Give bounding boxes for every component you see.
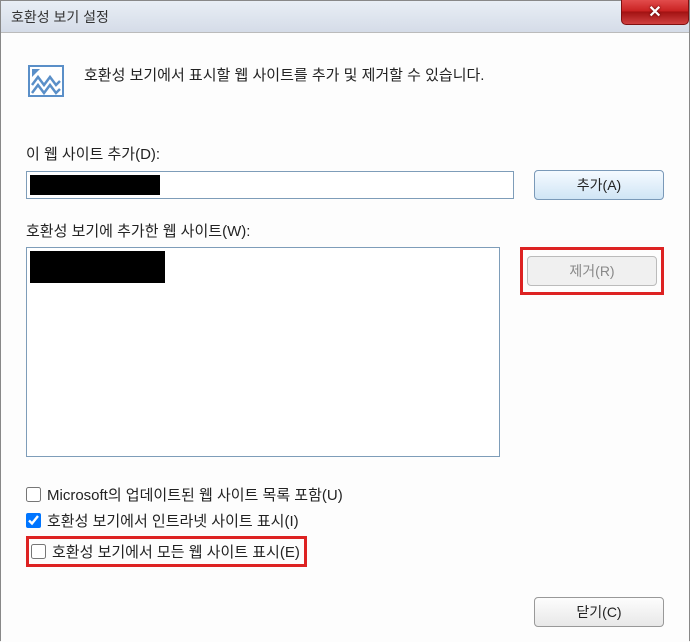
website-input[interactable] (26, 171, 514, 199)
checkbox-intranet[interactable] (26, 513, 41, 528)
list-row: 제거(R) (26, 247, 664, 457)
remove-button[interactable]: 제거(R) (527, 256, 657, 286)
header-row: 호환성 보기에서 표시할 웹 사이트를 추가 및 제거할 수 있습니다. (26, 63, 664, 103)
checkbox-ms-updates-label: Microsoft의 업데이트된 웹 사이트 목록 포함(U) (47, 484, 343, 505)
dialog-content: 호환성 보기에서 표시할 웹 사이트를 추가 및 제거할 수 있습니다. 이 웹… (1, 33, 689, 642)
checkbox-all-sites-label: 호환성 보기에서 모든 웹 사이트 표시(E) (52, 541, 300, 562)
websites-listbox[interactable] (26, 247, 500, 457)
websites-list-label: 호환성 보기에 추가한 웹 사이트(W): (26, 220, 664, 241)
close-button[interactable]: ✕ (621, 0, 689, 25)
add-website-label: 이 웹 사이트 추가(D): (26, 143, 664, 164)
list-item[interactable] (30, 251, 165, 283)
checkbox-intranet-label: 호환성 보기에서 인트라넷 사이트 표시(I) (47, 510, 299, 531)
checkbox-all-sites-row: 호환성 보기에서 모든 웹 사이트 표시(E) (26, 536, 343, 567)
checkbox-section: Microsoft의 업데이트된 웹 사이트 목록 포함(U) 호환성 보기에서… (26, 484, 343, 572)
window-title: 호환성 보기 설정 (11, 7, 109, 27)
checkbox-all-sites[interactable] (31, 544, 46, 559)
compatibility-icon (26, 63, 66, 103)
add-button[interactable]: 추가(A) (534, 170, 664, 200)
redacted-content (30, 175, 160, 195)
compatibility-view-settings-dialog: 호환성 보기 설정 ✕ 호환성 보기에서 표시할 웹 사이트를 추가 및 제거할… (0, 0, 690, 641)
checkbox-ms-updates-row: Microsoft의 업데이트된 웹 사이트 목록 포함(U) (26, 484, 343, 505)
titlebar: 호환성 보기 설정 ✕ (1, 1, 689, 33)
remove-column: 제거(R) (520, 247, 664, 295)
remove-highlight: 제거(R) (520, 247, 664, 295)
checkbox-ms-updates[interactable] (26, 487, 41, 502)
checkbox-intranet-row: 호환성 보기에서 인트라넷 사이트 표시(I) (26, 510, 343, 531)
dialog-footer: 닫기(C) (534, 597, 664, 627)
add-input-row: 추가(A) (26, 170, 664, 200)
close-dialog-button[interactable]: 닫기(C) (534, 597, 664, 627)
close-icon: ✕ (648, 2, 661, 22)
header-description: 호환성 보기에서 표시할 웹 사이트를 추가 및 제거할 수 있습니다. (84, 63, 484, 88)
all-sites-highlight: 호환성 보기에서 모든 웹 사이트 표시(E) (26, 536, 307, 567)
